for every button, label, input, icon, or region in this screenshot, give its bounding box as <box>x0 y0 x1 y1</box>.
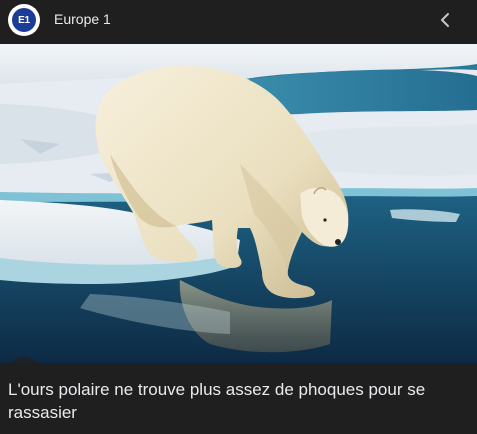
card-header: E1 Europe 1 <box>0 0 477 44</box>
polar-bear-image <box>0 44 477 363</box>
back-button[interactable] <box>431 6 459 34</box>
news-card: E1 Europe 1 L'ours polaire ne trouve plu… <box>0 0 477 434</box>
chevron-left-icon <box>441 13 449 27</box>
source-logo-mark: E1 <box>12 8 36 32</box>
source-logo: E1 <box>8 4 40 36</box>
article-photo[interactable] <box>0 44 477 363</box>
source-name[interactable]: Europe 1 <box>54 11 111 27</box>
article-caption[interactable]: L'ours polaire ne trouve plus assez de p… <box>8 378 463 424</box>
